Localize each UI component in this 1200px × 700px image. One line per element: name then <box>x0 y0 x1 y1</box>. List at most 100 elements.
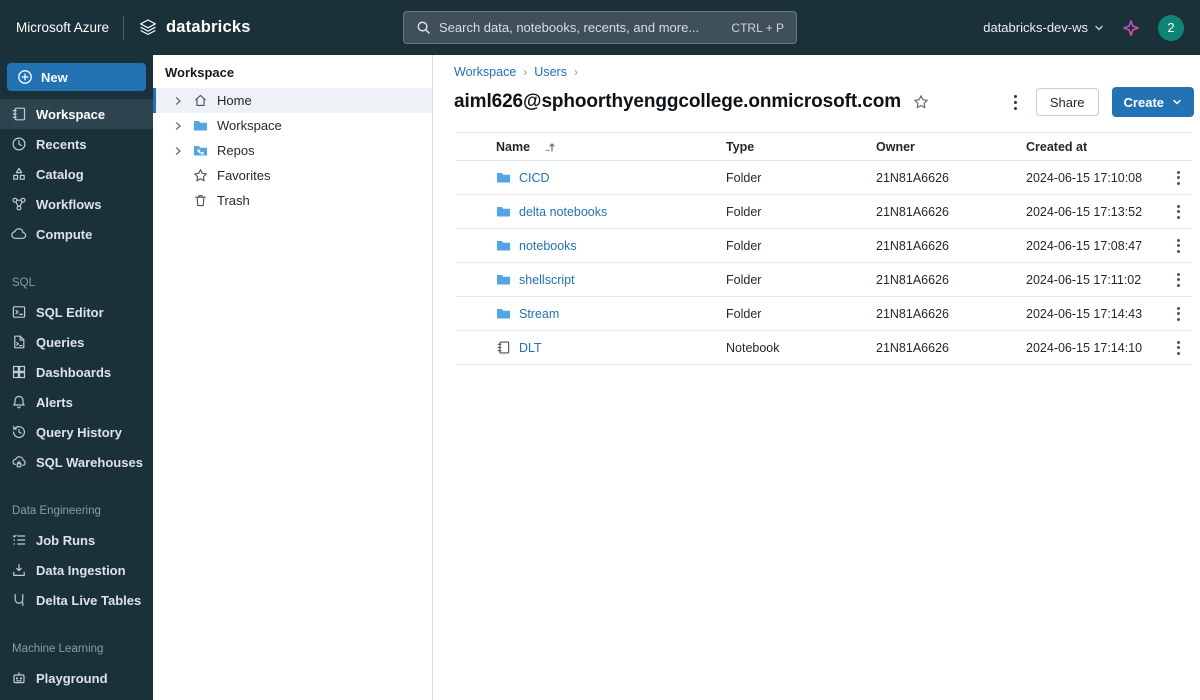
item-owner: 21N81A6626 <box>876 307 1026 321</box>
row-overflow-menu-icon[interactable] <box>1164 167 1192 189</box>
tree-item-trash[interactable]: Trash <box>153 188 432 213</box>
workspace-browser-panel: Workspace Home Workspace <box>153 55 433 700</box>
databricks-logo[interactable]: databricks <box>138 18 251 38</box>
item-name-link[interactable]: CICD <box>519 171 550 185</box>
microsoft-azure-link[interactable]: Microsoft Azure <box>16 20 109 35</box>
breadcrumb-separator: › <box>574 64 578 80</box>
breadcrumb-workspace-link[interactable]: Workspace <box>454 64 516 80</box>
workspace-selector-label: databricks-dev-ws <box>983 20 1088 35</box>
share-button[interactable]: Share <box>1036 88 1099 116</box>
table-row[interactable]: DLT Notebook 21N81A6626 2024-06-15 17:14… <box>456 331 1192 365</box>
sidebar-item-query-history[interactable]: Query History <box>0 417 153 447</box>
folder-icon <box>496 204 511 219</box>
chevron-right-icon[interactable] <box>170 146 186 156</box>
item-type: Folder <box>726 239 876 253</box>
row-overflow-menu-icon[interactable] <box>1164 269 1192 291</box>
tree-item-label: Trash <box>217 193 250 208</box>
sidebar-item-data-ingestion[interactable]: Data Ingestion <box>0 555 153 585</box>
table-row[interactable]: Stream Folder 21N81A6626 2024-06-15 17:1… <box>456 297 1192 331</box>
folder-icon <box>496 272 511 287</box>
workspace-objects-table: Name Type Owner Created at CICD <box>456 132 1192 365</box>
tree-item-label: Workspace <box>217 118 282 133</box>
item-name-link[interactable]: DLT <box>519 341 542 355</box>
sort-ascending-icon <box>544 141 556 153</box>
table-row[interactable]: delta notebooks Folder 21N81A6626 2024-0… <box>456 195 1192 229</box>
sidebar-item-label: Queries <box>36 335 84 350</box>
item-name-link[interactable]: notebooks <box>519 239 577 253</box>
row-overflow-menu-icon[interactable] <box>1164 337 1192 359</box>
sidebar-item-experiments[interactable]: Experiments <box>0 693 153 700</box>
sql-editor-icon <box>11 304 27 320</box>
sidebar-item-label: Dashboards <box>36 365 111 380</box>
chevron-right-icon[interactable] <box>170 121 186 131</box>
tree-item-repos[interactable]: Repos <box>153 138 432 163</box>
sidebar-item-workflows[interactable]: Workflows <box>0 189 153 219</box>
sidebar-item-label: Delta Live Tables <box>36 593 141 608</box>
search-input[interactable] <box>439 20 723 35</box>
sidebar-item-label: Catalog <box>36 167 84 182</box>
trash-icon <box>192 193 208 208</box>
sidebar-item-alerts[interactable]: Alerts <box>0 387 153 417</box>
column-header-name[interactable]: Name <box>456 140 726 154</box>
left-sidebar: New Workspace Recents Catalog <box>0 55 153 700</box>
new-button[interactable]: New <box>7 63 146 91</box>
sidebar-item-label: Compute <box>36 227 92 242</box>
item-name-link[interactable]: delta notebooks <box>519 205 607 219</box>
tree-item-workspace[interactable]: Workspace <box>153 113 432 138</box>
sidebar-item-sql-warehouses[interactable]: SQL Warehouses <box>0 447 153 477</box>
row-overflow-menu-icon[interactable] <box>1164 235 1192 257</box>
table-row[interactable]: notebooks Folder 21N81A6626 2024-06-15 1… <box>456 229 1192 263</box>
title-actions: Share Create <box>1008 87 1194 117</box>
topbar-divider <box>123 16 124 40</box>
breadcrumb-users-link[interactable]: Users <box>534 64 567 80</box>
home-icon <box>192 93 208 108</box>
main-content: Workspace › Users › aiml626@sphoorthyeng… <box>434 55 1200 700</box>
sidebar-item-dashboards[interactable]: Dashboards <box>0 357 153 387</box>
plus-circle-icon <box>17 69 33 85</box>
item-created-at: 2024-06-15 17:13:52 <box>1026 205 1164 219</box>
item-name-link[interactable]: Stream <box>519 307 559 321</box>
column-header-created-at[interactable]: Created at <box>1026 140 1164 154</box>
search-shortcut-hint: CTRL + P <box>731 21 784 35</box>
chevron-right-icon[interactable] <box>170 96 186 106</box>
user-avatar[interactable]: 2 <box>1158 15 1184 41</box>
chevron-down-icon <box>1094 23 1104 33</box>
assistant-sparkle-icon[interactable] <box>1122 19 1140 37</box>
sidebar-item-recents[interactable]: Recents <box>0 129 153 159</box>
page-title-row: aiml626@sphoorthyenggcollege.onmicrosoft… <box>454 87 1200 117</box>
tree-item-home[interactable]: Home <box>153 88 432 113</box>
breadcrumb-separator: › <box>523 64 527 80</box>
databricks-wordmark: databricks <box>166 18 251 37</box>
search-icon <box>416 20 431 35</box>
column-header-type[interactable]: Type <box>726 140 876 154</box>
create-button[interactable]: Create <box>1112 87 1194 117</box>
sidebar-item-compute[interactable]: Compute <box>0 219 153 249</box>
column-header-owner[interactable]: Owner <box>876 140 1026 154</box>
sidebar-item-queries[interactable]: Queries <box>0 327 153 357</box>
item-name-link[interactable]: shellscript <box>519 273 575 287</box>
item-created-at: 2024-06-15 17:08:47 <box>1026 239 1164 253</box>
overflow-menu-icon[interactable] <box>1008 89 1023 116</box>
sidebar-item-delta-live-tables[interactable]: Delta Live Tables <box>0 585 153 615</box>
workspace-selector-dropdown[interactable]: databricks-dev-ws <box>983 20 1104 35</box>
sidebar-section-machine-learning: Machine Learning <box>0 641 153 657</box>
item-type: Folder <box>726 171 876 185</box>
tree-item-favorites[interactable]: Favorites <box>153 163 432 188</box>
sidebar-item-playground[interactable]: Playground <box>0 663 153 693</box>
breadcrumb: Workspace › Users › <box>454 64 1200 80</box>
workspace-panel-title: Workspace <box>153 55 432 88</box>
sidebar-item-label: Alerts <box>36 395 73 410</box>
sidebar-item-workspace[interactable]: Workspace <box>0 99 153 129</box>
cloud-icon <box>11 226 27 242</box>
sidebar-item-job-runs[interactable]: Job Runs <box>0 525 153 555</box>
row-overflow-menu-icon[interactable] <box>1164 303 1192 325</box>
sidebar-item-label: Workspace <box>36 107 105 122</box>
table-row[interactable]: shellscript Folder 21N81A6626 2024-06-15… <box>456 263 1192 297</box>
row-overflow-menu-icon[interactable] <box>1164 201 1192 223</box>
sidebar-item-catalog[interactable]: Catalog <box>0 159 153 189</box>
favorite-star-icon[interactable] <box>913 94 929 110</box>
sidebar-item-label: Job Runs <box>36 533 95 548</box>
sidebar-item-sql-editor[interactable]: SQL Editor <box>0 297 153 327</box>
global-search[interactable]: CTRL + P <box>403 11 797 44</box>
table-row[interactable]: CICD Folder 21N81A6626 2024-06-15 17:10:… <box>456 161 1192 195</box>
